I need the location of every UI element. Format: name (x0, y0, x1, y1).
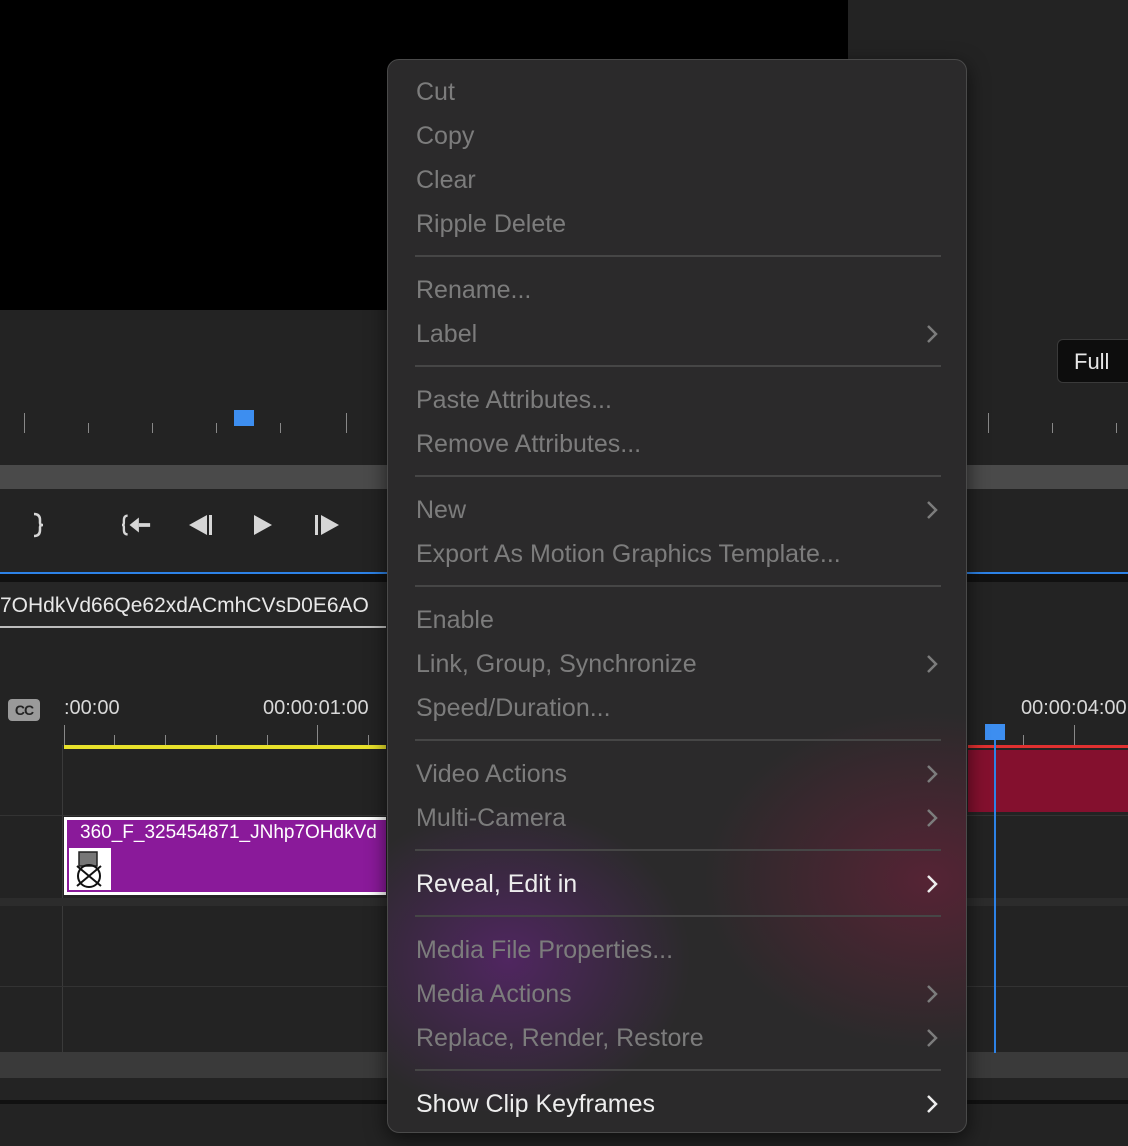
menu-item-cut[interactable]: Cut (416, 72, 942, 112)
menu-item-label: Media Actions (416, 980, 572, 1008)
menu-separator (415, 585, 941, 587)
menu-item-label: Clear (416, 166, 476, 194)
menu-item-label: Paste Attributes... (416, 386, 612, 414)
play-button[interactable] (248, 510, 278, 540)
step-forward-icon (315, 515, 339, 535)
chevron-right-icon (924, 974, 940, 1014)
chevron-right-icon (924, 490, 940, 530)
menu-item-rename[interactable]: Rename... (416, 270, 942, 310)
menu-item-clear[interactable]: Clear (416, 160, 942, 200)
chevron-right-icon (924, 798, 940, 838)
menu-item-ripple-delete[interactable]: Ripple Delete (416, 204, 942, 244)
menu-item-label: Label (416, 320, 478, 348)
timeline-playhead-line[interactable] (994, 735, 996, 1053)
menu-item-multi-camera[interactable]: Multi-Camera (416, 798, 942, 838)
work-area-bar[interactable] (64, 745, 386, 749)
clip-thumbnail (69, 848, 111, 890)
menu-item-replace-render-restore[interactable]: Replace, Render, Restore (416, 1018, 942, 1058)
menu-item-media-actions[interactable]: Media Actions (416, 974, 942, 1014)
menu-item-label: Enable (416, 606, 494, 634)
menu-item-label: Media File Properties... (416, 936, 674, 964)
play-icon (254, 515, 272, 535)
menu-item-label: Copy (416, 122, 475, 150)
menu-item-label: Multi-Camera (416, 804, 567, 832)
chevron-right-icon (924, 754, 940, 794)
chevron-right-icon (924, 314, 940, 354)
step-back-icon (189, 515, 212, 535)
step-forward-button[interactable] (312, 510, 342, 540)
menu-item-label: Replace, Render, Restore (416, 1024, 704, 1052)
monitor-playhead-marker[interactable] (234, 410, 254, 426)
menu-item-label: Ripple Delete (416, 210, 567, 238)
menu-item-label: Speed/Duration... (416, 694, 611, 722)
timeline-playhead-marker[interactable] (985, 724, 1005, 740)
menu-item-label: Video Actions (416, 760, 568, 788)
clip-name: 360_F_325454871_JNhp7OHdkVd (80, 822, 377, 843)
timecode-start: :00:00 (64, 697, 120, 719)
menu-item-media-file-properties[interactable]: Media File Properties... (416, 930, 942, 970)
menu-item-speed-duration[interactable]: Speed/Duration... (416, 688, 942, 728)
chevron-right-icon (924, 1018, 940, 1058)
menu-item-label: Reveal, Edit in (416, 870, 578, 898)
menu-item-enable[interactable]: Enable (416, 600, 942, 640)
menu-item-label: New (416, 496, 467, 524)
menu-separator (415, 915, 941, 917)
menu-item-label[interactable]: Label (416, 314, 942, 354)
go-to-in-icon (122, 514, 151, 536)
chevron-right-icon (924, 1084, 940, 1124)
clip-context-menu: Cut Copy Clear Ripple Delete Rename... Label P… (387, 59, 967, 1133)
film-reel-icon (76, 851, 102, 888)
menu-item-new[interactable]: New (416, 490, 942, 530)
menu-item-label: Export As Motion Graphics Template... (416, 540, 841, 568)
step-back-button[interactable] (186, 510, 216, 540)
menu-item-copy[interactable]: Copy (416, 116, 942, 156)
menu-separator (415, 849, 941, 851)
menu-separator (415, 1069, 941, 1071)
sequence-tab[interactable]: 7OHdkVd66Qe62xdACmhCVsD0E6AO (0, 582, 386, 628)
timecode-4s: 00:00:04:00 (1021, 697, 1127, 719)
render-bar (968, 745, 1128, 748)
menu-separator (415, 475, 941, 477)
menu-item-label: Cut (416, 78, 455, 106)
menu-item-label: Rename... (416, 276, 532, 304)
menu-separator (415, 739, 941, 741)
menu-item-label: Link, Group, Synchronize (416, 650, 697, 678)
closed-captions-icon[interactable]: CC (8, 699, 40, 721)
chevron-right-icon (924, 644, 940, 684)
timeline-ruler[interactable] (64, 725, 386, 745)
menu-item-export-as-motion-graphics-template[interactable]: Export As Motion Graphics Template... (416, 534, 942, 574)
go-to-in-button[interactable] (122, 510, 152, 540)
mark-out-button[interactable] (22, 510, 52, 540)
menu-separator (415, 255, 941, 257)
menu-item-reveal-edit-in[interactable]: Reveal, Edit in (416, 864, 942, 904)
timecode-1s: 00:00:01:00 (263, 697, 369, 719)
menu-separator (415, 365, 941, 367)
mark-out-icon (33, 512, 44, 538)
menu-item-link-group-synchronize[interactable]: Link, Group, Synchronize (416, 644, 942, 684)
menu-item-video-actions[interactable]: Video Actions (416, 754, 942, 794)
menu-item-label: Show Clip Keyframes (416, 1090, 655, 1118)
chevron-right-icon (924, 864, 940, 904)
timeline-clip-red[interactable] (968, 750, 1128, 812)
menu-item-label: Remove Attributes... (416, 430, 642, 458)
menu-item-show-clip-keyframes[interactable]: Show Clip Keyframes (416, 1084, 942, 1124)
menu-item-remove-attributes[interactable]: Remove Attributes... (416, 424, 942, 464)
resolution-dropdown[interactable]: Full (1057, 339, 1128, 383)
menu-item-paste-attributes[interactable]: Paste Attributes... (416, 380, 942, 420)
